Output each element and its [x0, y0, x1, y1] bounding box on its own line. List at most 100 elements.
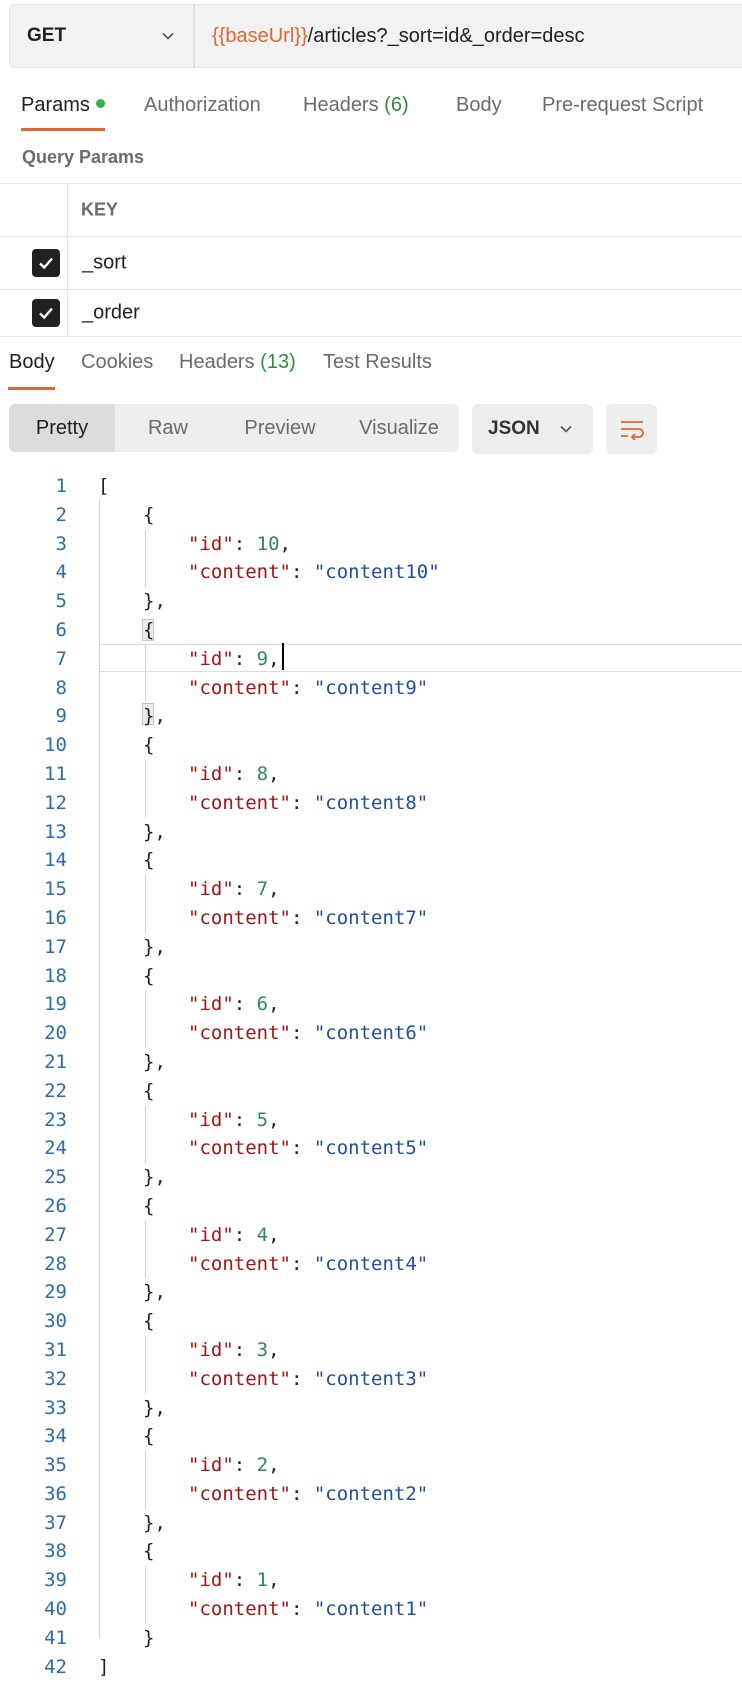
method-select[interactable]: GET	[9, 4, 194, 68]
view-mode-preview[interactable]: Preview	[221, 404, 339, 452]
code-line: 7 "id": 9,	[0, 645, 742, 674]
code-text: "id": 5,	[188, 1108, 280, 1131]
chevron-down-icon	[560, 425, 572, 433]
view-mode-segmented-control: Pretty Raw Preview Visualize	[9, 404, 459, 452]
line-number: 17	[44, 935, 67, 958]
code-text: {	[143, 1194, 155, 1217]
view-mode-raw[interactable]: Raw	[115, 404, 221, 452]
line-number: 34	[44, 1425, 67, 1448]
request-url-bar: GET {{baseUrl}}/articles?_sort=id&_order…	[9, 4, 742, 68]
view-mode-pretty[interactable]: Pretty	[9, 404, 115, 452]
code-line: 18 {	[0, 962, 742, 991]
line-number: 38	[44, 1540, 67, 1563]
line-number: 24	[44, 1137, 67, 1160]
code-text: {	[143, 1310, 155, 1333]
param-checkbox[interactable]	[32, 249, 60, 277]
code-line: 8 "content": "content9"	[0, 674, 742, 703]
format-label: JSON	[488, 418, 540, 439]
code-text: },	[143, 820, 166, 843]
code-text: "id": 6,	[188, 993, 280, 1016]
params-indicator-dot	[95, 99, 105, 108]
code-text: "content": "content5"	[188, 1137, 429, 1160]
tab-prerequest-script[interactable]: Pre-request Script	[542, 94, 703, 117]
tab-authorization[interactable]: Authorization	[144, 94, 261, 117]
code-line: 26 {	[0, 1192, 742, 1221]
code-text: "id": 3,	[188, 1338, 280, 1361]
tab-authorization-label: Authorization	[144, 94, 261, 116]
code-text: },	[143, 1511, 166, 1534]
code-line: 38 {	[0, 1537, 742, 1566]
active-tab-indicator	[21, 128, 105, 131]
code-line: 22 {	[0, 1077, 742, 1106]
code-text: {	[143, 503, 155, 526]
code-line: 35 "id": 2,	[0, 1451, 742, 1480]
code-line: 1[	[0, 472, 742, 501]
response-tabs: Body Cookies Headers (13) Test Results	[0, 351, 742, 391]
code-text: },	[143, 590, 166, 613]
code-line: 36 "content": "content2"	[0, 1480, 742, 1509]
code-text: },	[143, 1281, 166, 1304]
param-checkbox[interactable]	[32, 299, 60, 327]
param-key[interactable]: _order	[82, 302, 140, 325]
code-text: "content": "content2"	[188, 1482, 429, 1505]
code-text: "id": 2,	[188, 1454, 280, 1477]
chevron-down-icon	[162, 32, 174, 40]
line-number: 6	[55, 618, 67, 641]
code-text: "id": 7,	[188, 878, 280, 901]
code-line: 3 "id": 10,	[0, 530, 742, 559]
code-line: 6{	[0, 616, 742, 645]
response-body-viewer[interactable]: 1[2{3 "id": 10, 4 "content": "content10" 5},…	[0, 472, 742, 1681]
tab-params[interactable]: Params	[21, 94, 105, 117]
code-text: [	[98, 475, 110, 497]
line-number: 40	[44, 1598, 67, 1621]
code-line: 16 "content": "content7"	[0, 904, 742, 933]
code-line: 28 "content": "content4"	[0, 1250, 742, 1279]
checkmark-icon	[39, 307, 53, 320]
code-text: "content": "content6"	[188, 1022, 429, 1045]
code-text: ]	[98, 1655, 110, 1678]
line-number: 8	[55, 676, 67, 699]
response-tab-headers[interactable]: Headers (13)	[179, 351, 296, 374]
code-text: "content": "content10"	[188, 561, 440, 584]
line-number: 13	[44, 820, 67, 843]
response-tab-test-results[interactable]: Test Results	[323, 351, 432, 374]
code-text: "content": "content9"	[188, 676, 429, 699]
line-number: 4	[55, 561, 67, 584]
line-number: 15	[44, 878, 67, 901]
url-input[interactable]: {{baseUrl}}/articles?_sort=id&_order=des…	[194, 4, 742, 68]
line-number: 23	[44, 1108, 67, 1131]
tab-body[interactable]: Body	[456, 94, 502, 117]
code-line: 17},	[0, 933, 742, 962]
code-line: 19 "id": 6,	[0, 990, 742, 1019]
code-text: "content": "content7"	[188, 906, 429, 929]
tab-prerequest-label: Pre-request Script	[542, 94, 704, 116]
response-tab-body[interactable]: Body	[9, 351, 55, 374]
code-text: }	[143, 1626, 155, 1649]
response-tab-headers-count: (13)	[260, 351, 296, 373]
method-label: GET	[27, 25, 67, 46]
wrap-lines-button[interactable]	[606, 404, 657, 454]
line-number: 10	[44, 734, 67, 757]
line-number: 5	[55, 590, 67, 613]
code-line: 42]	[0, 1653, 742, 1682]
code-text: {	[143, 1540, 155, 1563]
code-line: 31 "id": 3,	[0, 1336, 742, 1365]
line-number: 41	[44, 1626, 67, 1649]
line-number: 36	[44, 1482, 67, 1505]
code-line: 20 "content": "content6"	[0, 1019, 742, 1048]
text-cursor	[282, 643, 284, 670]
line-number: 30	[44, 1310, 67, 1333]
response-tab-cookies[interactable]: Cookies	[81, 351, 153, 374]
view-mode-visualize[interactable]: Visualize	[339, 404, 459, 452]
code-text: "id": 10,	[188, 532, 291, 555]
query-params-table: KEY _sort _order	[0, 183, 742, 337]
code-line: 10 {	[0, 731, 742, 760]
code-text: },	[143, 1396, 166, 1419]
tab-headers[interactable]: Headers (6)	[303, 94, 409, 117]
code-line: 23 "id": 5,	[0, 1106, 742, 1135]
param-key[interactable]: _sort	[82, 252, 126, 275]
url-path: /articles?_sort=id&_order=desc	[307, 24, 585, 47]
format-select[interactable]: JSON	[472, 404, 593, 454]
code-text: {	[143, 964, 155, 987]
code-line: 15 "id": 7,	[0, 875, 742, 904]
